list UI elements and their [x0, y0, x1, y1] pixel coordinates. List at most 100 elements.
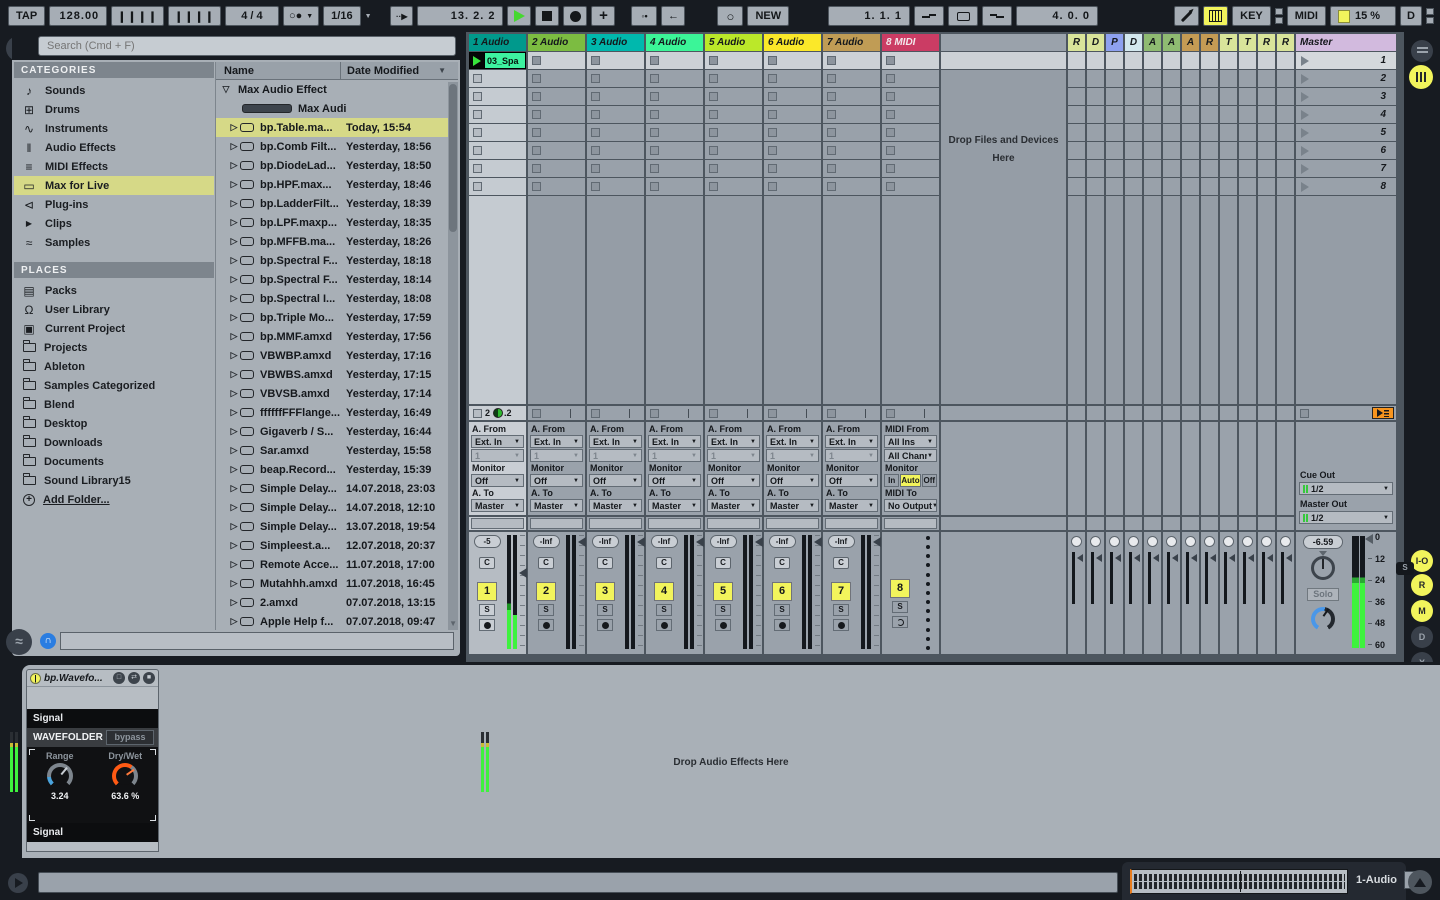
play-button[interactable]: [507, 6, 531, 26]
clip-stop-icon[interactable]: [709, 74, 718, 83]
volume-display[interactable]: -5: [474, 535, 501, 548]
clip-stop-icon[interactable]: [768, 128, 777, 137]
clip-stop-icon[interactable]: [650, 128, 659, 137]
file-row[interactable]: ▷ Sar.amxd Yesterday, 15:58: [216, 441, 458, 460]
return-track-header[interactable]: R: [1201, 34, 1218, 51]
master-pan-knob[interactable]: [1311, 556, 1335, 580]
file-row[interactable]: ▷ bp.DiodeLad... Yesterday, 18:50: [216, 156, 458, 175]
clip-stop-icon[interactable]: [768, 164, 777, 173]
file-row[interactable]: ▷ bp.LadderFilt... Yesterday, 18:39: [216, 194, 458, 213]
volume-fader-handle[interactable]: [519, 568, 527, 578]
clip-stop-icon[interactable]: [768, 74, 777, 83]
arm-button[interactable]: [833, 619, 849, 631]
preview-toggle[interactable]: ≈: [6, 629, 32, 655]
pan-control[interactable]: C: [833, 557, 849, 569]
file-row[interactable]: ▷ Gigaverb / S... Yesterday, 16:44: [216, 422, 458, 441]
clip-slot[interactable]: [705, 106, 762, 123]
arm-button[interactable]: [656, 619, 672, 631]
sidebar-item-max-for-live[interactable]: ▭Max for Live: [14, 176, 214, 195]
clip-stop-icon[interactable]: [591, 74, 600, 83]
expand-arrow-icon[interactable]: ▷: [228, 445, 240, 456]
return-pan-knob[interactable]: [1147, 536, 1158, 547]
scroll-down-icon[interactable]: ▼: [449, 619, 457, 628]
file-row[interactable]: ▷ bp.Comb Filt... Yesterday, 18:56: [216, 137, 458, 156]
track-header[interactable]: 8 MIDI: [882, 34, 939, 51]
solo-button[interactable]: S: [538, 604, 554, 616]
clip-slot[interactable]: [646, 160, 703, 177]
file-row-selected[interactable]: ▷ bp.Table.ma... Today, 15:54: [216, 118, 458, 137]
file-row[interactable]: ▷ 2.amxd 07.07.2018, 13:15: [216, 593, 458, 612]
metronome-button[interactable]: ○●▼: [283, 6, 319, 26]
return-fader[interactable]: [1220, 550, 1237, 606]
add-folder-button[interactable]: +Add Folder...: [14, 490, 214, 509]
clip-slot[interactable]: [823, 160, 880, 177]
midi-arm-button[interactable]: [892, 616, 908, 628]
clip-stop-icon[interactable]: [827, 182, 836, 191]
clip-slot[interactable]: [587, 70, 644, 87]
clip-stop-icon[interactable]: [591, 92, 600, 101]
track-header[interactable]: 1 Audio: [469, 34, 526, 51]
return-fader[interactable]: [1201, 550, 1218, 606]
clip-slot[interactable]: [764, 160, 821, 177]
time-signature-field[interactable]: 4 / 4: [225, 6, 279, 26]
clip-stop-icon[interactable]: [532, 110, 541, 119]
audio-to-select[interactable]: Master▼: [589, 499, 642, 512]
clip-stop-icon[interactable]: [827, 74, 836, 83]
device-save-icon[interactable]: ■: [143, 672, 155, 684]
clip-slot[interactable]: [823, 124, 880, 141]
clip-slot[interactable]: [764, 106, 821, 123]
midi-map-button[interactable]: MIDI: [1287, 6, 1326, 26]
sidebar-item-plug-ins[interactable]: ⊲Plug-ins: [14, 195, 214, 214]
track-activator[interactable]: 6: [772, 582, 792, 601]
file-row[interactable]: ▷ Mutahhh.amxd 11.07.2018, 16:45: [216, 574, 458, 593]
track-header[interactable]: 7 Audio: [823, 34, 880, 51]
expand-arrow-icon[interactable]: ▷: [228, 179, 240, 190]
clip-slot[interactable]: [705, 142, 762, 159]
expand-arrow-icon[interactable]: ▷: [228, 407, 240, 418]
expand-arrow-icon[interactable]: ▷: [228, 274, 240, 285]
return-track-header[interactable]: R: [1277, 34, 1294, 51]
volume-fader-handle[interactable]: [578, 537, 586, 547]
track-stop-icon[interactable]: [886, 409, 895, 418]
clip-stop-icon[interactable]: [473, 110, 482, 119]
clip-stop-icon[interactable]: [886, 56, 895, 65]
expand-arrow-icon[interactable]: ▷: [228, 236, 240, 247]
return-track-header[interactable]: A: [1144, 34, 1161, 51]
track-activator[interactable]: 2: [536, 582, 556, 601]
expand-arrow-icon[interactable]: ▷: [228, 331, 240, 342]
clip-stop-icon[interactable]: [768, 182, 777, 191]
return-fader[interactable]: [1239, 550, 1256, 606]
session-view-toggle[interactable]: [1409, 65, 1433, 89]
clip-slot[interactable]: [823, 106, 880, 123]
stop-all-clips-button[interactable]: [1372, 407, 1394, 419]
clip-stop-icon[interactable]: [591, 164, 600, 173]
return-pan-knob[interactable]: [1128, 536, 1139, 547]
clip-stop-icon[interactable]: [709, 182, 718, 191]
column-name[interactable]: Name: [216, 62, 340, 79]
clip-slot[interactable]: [764, 70, 821, 87]
audio-to-select[interactable]: Master▼: [766, 499, 819, 512]
arm-button[interactable]: [774, 619, 790, 631]
groove-pool-icon[interactable]: ❙❙❙❙: [168, 6, 221, 26]
return-track-header[interactable]: T: [1220, 34, 1237, 51]
return-track-header[interactable]: A: [1163, 34, 1180, 51]
clip-slot[interactable]: [764, 142, 821, 159]
solo-button[interactable]: S: [715, 604, 731, 616]
track-header[interactable]: 3 Audio: [587, 34, 644, 51]
clip-slot[interactable]: [469, 178, 526, 195]
clip-stop-icon[interactable]: [886, 164, 895, 173]
clip-slot[interactable]: [528, 124, 585, 141]
groove-amount-icon[interactable]: ❙❙❙❙: [111, 6, 164, 26]
solo-button[interactable]: S: [597, 604, 613, 616]
scene-row[interactable]: 1: [1296, 52, 1396, 69]
volume-fader-handle[interactable]: [696, 537, 704, 547]
return-fader-handle[interactable]: [1134, 554, 1140, 562]
clip-stop-icon[interactable]: [827, 110, 836, 119]
clip-stop-icon[interactable]: [886, 74, 895, 83]
record-button[interactable]: [563, 6, 587, 26]
key-map-button[interactable]: KEY: [1232, 6, 1271, 26]
audio-from-select[interactable]: Ext. In▼: [766, 435, 819, 448]
send-slot[interactable]: [530, 518, 583, 529]
capture-new-button[interactable]: NEW: [747, 6, 789, 26]
clip-slot[interactable]: [705, 160, 762, 177]
